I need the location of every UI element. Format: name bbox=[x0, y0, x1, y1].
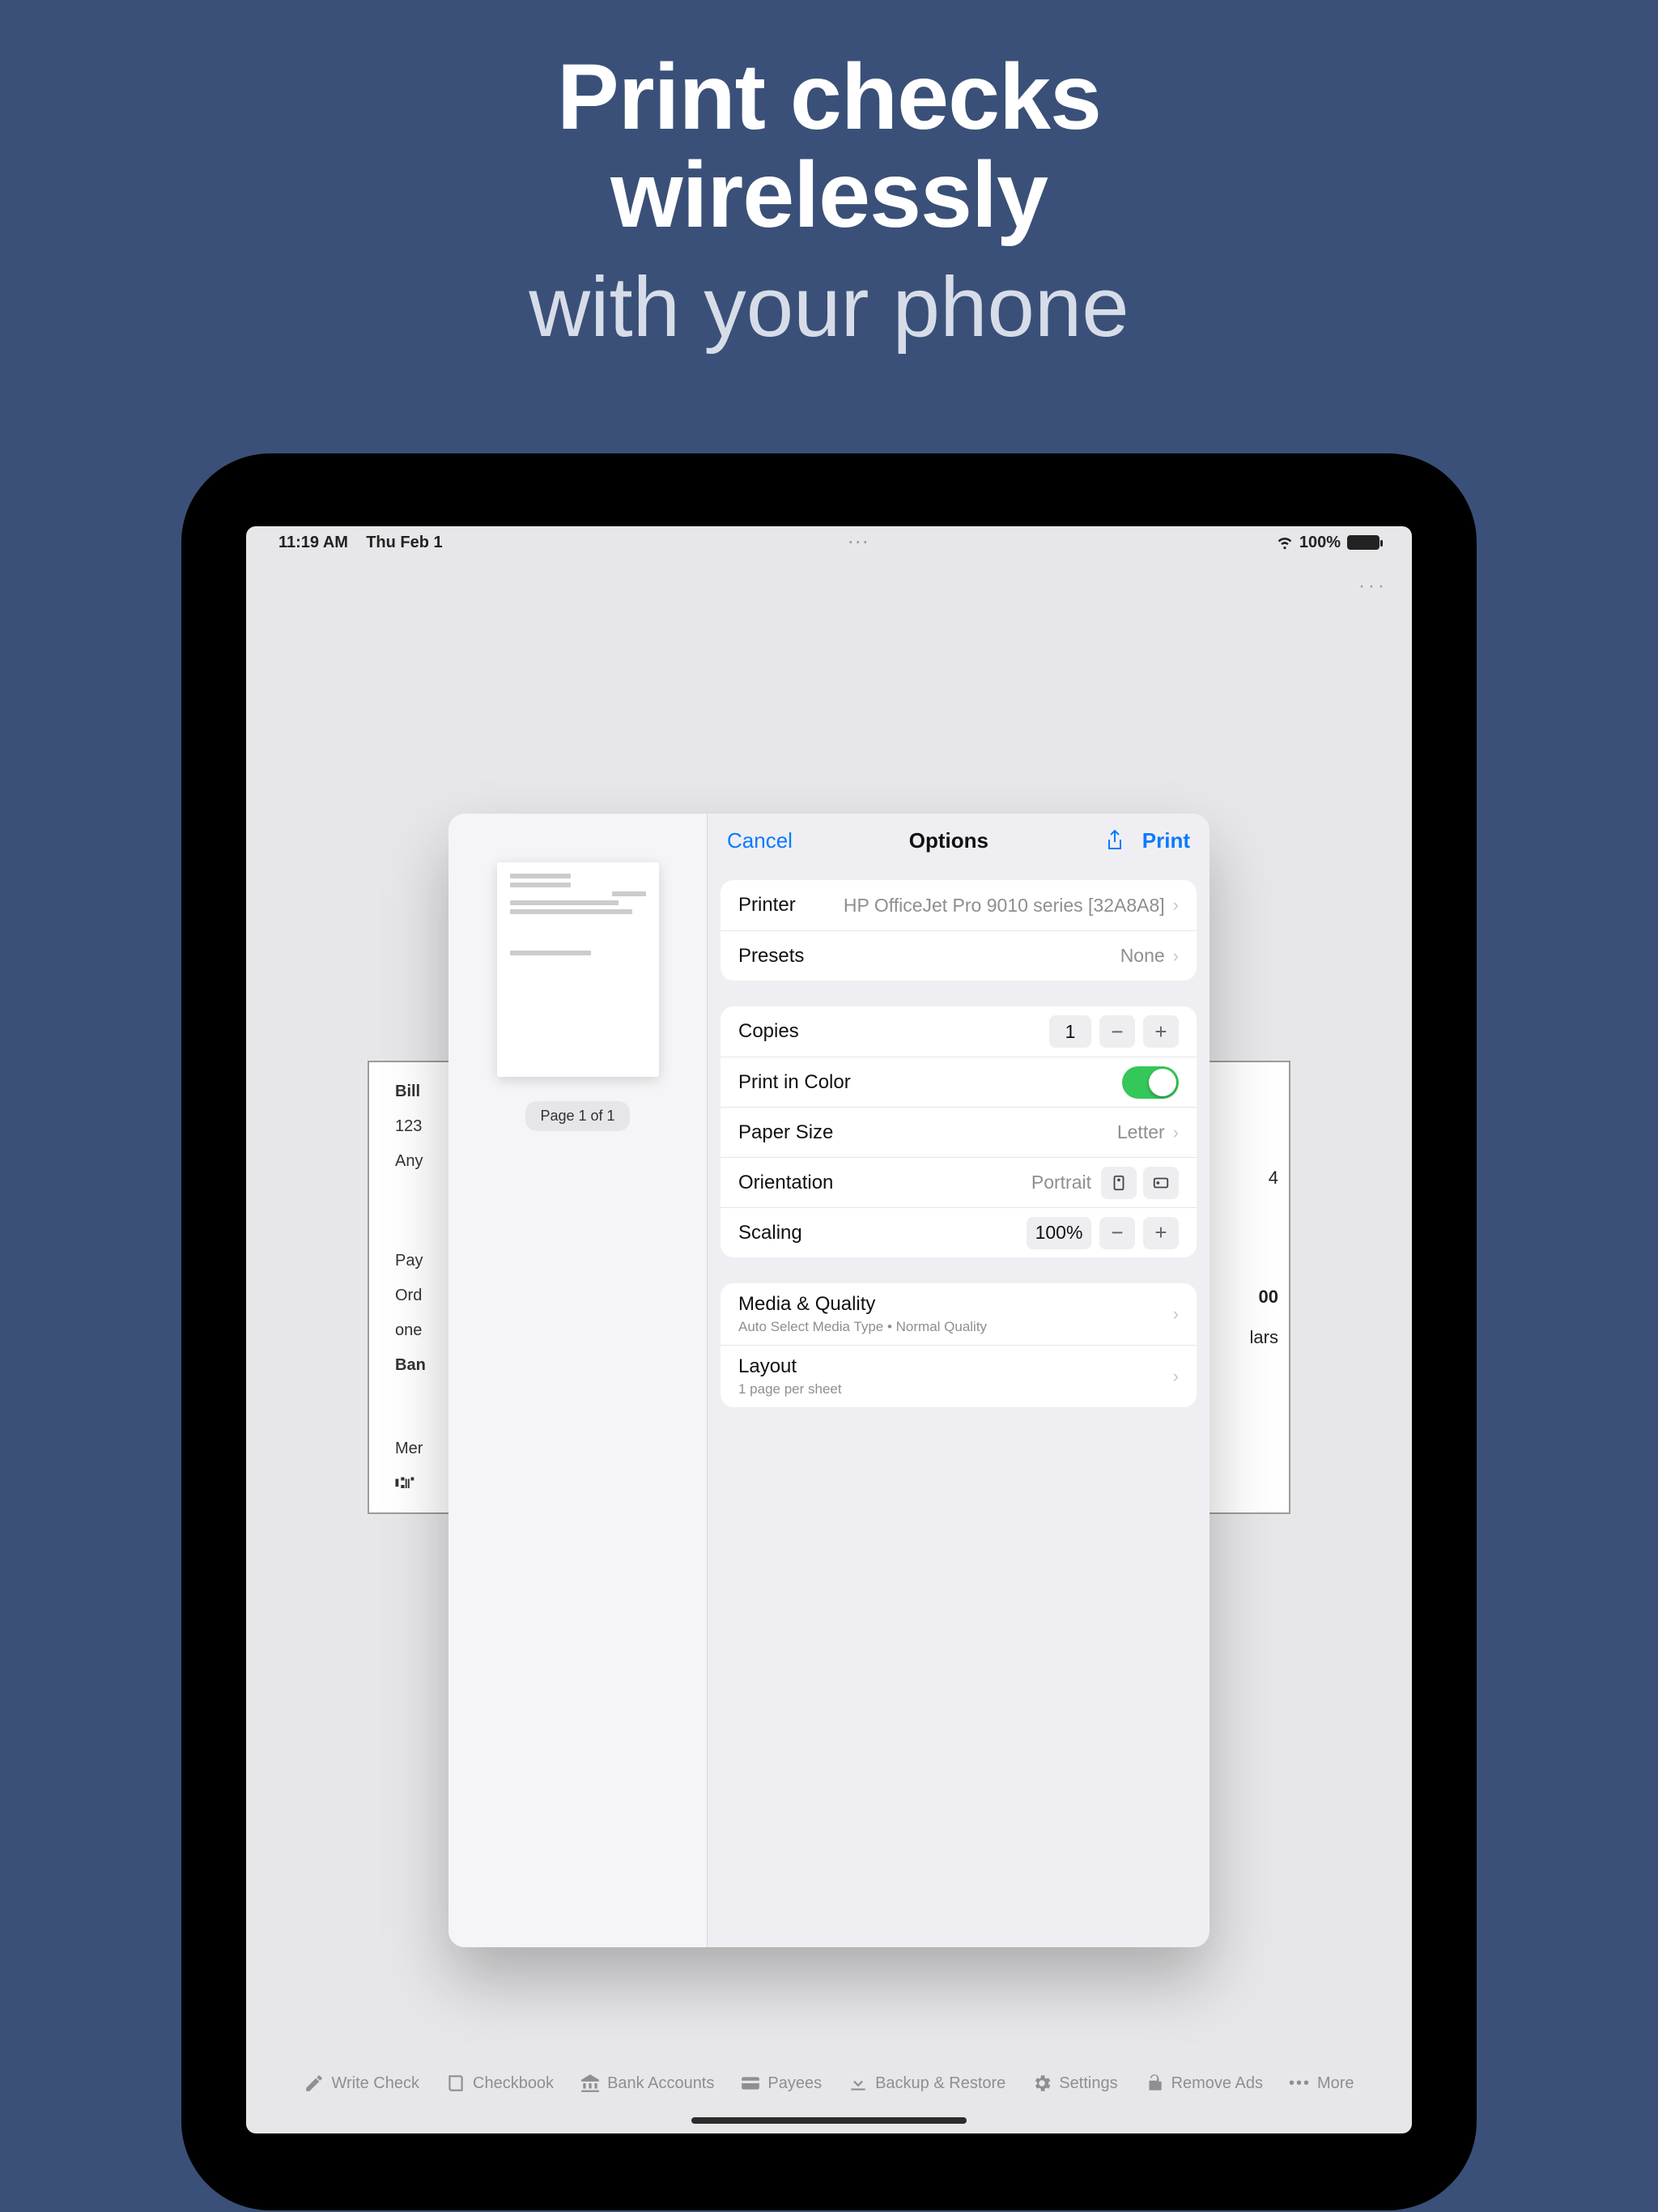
status-left: 11:19 AM Thu Feb 1 bbox=[246, 534, 443, 552]
chevron-right-icon: › bbox=[1173, 1366, 1179, 1387]
modal-header: Cancel Options Print bbox=[708, 814, 1209, 867]
tb-backup-restore[interactable]: Backup & Restore bbox=[848, 2073, 1005, 2094]
tb-payees[interactable]: Payees bbox=[740, 2073, 822, 2094]
chevron-right-icon: › bbox=[1173, 895, 1179, 916]
section-settings: Copies 1 − + Print in Color bbox=[721, 1006, 1197, 1257]
print-button[interactable]: Print bbox=[1142, 828, 1190, 853]
chevron-right-icon: › bbox=[1173, 946, 1179, 967]
orientation-portrait-button[interactable] bbox=[1101, 1167, 1137, 1199]
wifi-icon bbox=[1277, 534, 1293, 551]
home-indicator[interactable] bbox=[691, 2117, 967, 2124]
row-scaling: Scaling 100% − + bbox=[721, 1207, 1197, 1257]
section-advanced: Media & Quality Auto Select Media Type •… bbox=[721, 1283, 1197, 1407]
more-icon: ••• bbox=[1289, 2074, 1311, 2093]
share-icon[interactable] bbox=[1105, 829, 1124, 852]
bank-icon bbox=[580, 2073, 601, 2094]
download-icon bbox=[848, 2073, 869, 2094]
orientation-landscape-button[interactable] bbox=[1143, 1167, 1179, 1199]
tb-more[interactable]: ••• More bbox=[1289, 2074, 1354, 2093]
row-layout[interactable]: Layout 1 page per sheet › bbox=[721, 1345, 1197, 1407]
row-presets[interactable]: Presets None › bbox=[721, 930, 1197, 981]
multitask-dots[interactable]: ··· bbox=[443, 534, 1277, 551]
row-paper-size[interactable]: Paper Size Letter › bbox=[721, 1107, 1197, 1157]
print-preview-pane: Page 1 of 1 bbox=[449, 814, 708, 1947]
preview-thumbnail[interactable] bbox=[497, 862, 659, 1077]
copies-plus-button[interactable]: + bbox=[1143, 1015, 1179, 1048]
tablet-screen: 11:19 AM Thu Feb 1 ··· 100% ··· Bill 123… bbox=[246, 526, 1412, 2133]
color-toggle[interactable] bbox=[1122, 1066, 1179, 1099]
cancel-button[interactable]: Cancel bbox=[727, 828, 793, 853]
tb-checkbook[interactable]: Checkbook bbox=[445, 2073, 554, 2094]
tb-write-check[interactable]: Write Check bbox=[304, 2073, 419, 2094]
tb-remove-ads[interactable]: Remove Ads bbox=[1144, 2073, 1263, 2094]
scaling-minus-button[interactable]: − bbox=[1099, 1217, 1135, 1249]
headline-bold: Print checks wirelessly bbox=[0, 49, 1658, 245]
unlock-icon bbox=[1144, 2073, 1165, 2094]
tb-settings[interactable]: Settings bbox=[1031, 2073, 1117, 2094]
row-media-quality[interactable]: Media & Quality Auto Select Media Type •… bbox=[721, 1283, 1197, 1345]
status-bar: 11:19 AM Thu Feb 1 ··· 100% bbox=[246, 526, 1412, 559]
tablet-frame: 11:19 AM Thu Feb 1 ··· 100% ··· Bill 123… bbox=[181, 453, 1477, 2210]
row-color: Print in Color bbox=[721, 1057, 1197, 1107]
status-date: Thu Feb 1 bbox=[366, 534, 442, 551]
card-icon bbox=[740, 2073, 761, 2094]
chevron-right-icon: › bbox=[1173, 1304, 1179, 1325]
app-overflow-button[interactable]: ··· bbox=[1358, 575, 1388, 598]
copies-minus-button[interactable]: − bbox=[1099, 1015, 1135, 1048]
tb-bank-accounts[interactable]: Bank Accounts bbox=[580, 2073, 714, 2094]
scaling-plus-button[interactable]: + bbox=[1143, 1217, 1179, 1249]
battery-percent: 100% bbox=[1299, 534, 1341, 552]
section-printer: Printer HP OfficeJet Pro 9010 series [32… bbox=[721, 880, 1197, 981]
modal-title: Options bbox=[793, 828, 1105, 853]
scaling-value[interactable]: 100% bbox=[1027, 1217, 1091, 1249]
status-time: 11:19 AM bbox=[278, 534, 348, 551]
chevron-right-icon: › bbox=[1173, 1122, 1179, 1143]
copies-value[interactable]: 1 bbox=[1049, 1015, 1091, 1048]
row-printer[interactable]: Printer HP OfficeJet Pro 9010 series [32… bbox=[721, 880, 1197, 930]
headline-sub: with your phone bbox=[0, 259, 1658, 356]
page-counter: Page 1 of 1 bbox=[525, 1101, 629, 1131]
compose-icon bbox=[304, 2073, 325, 2094]
row-copies: Copies 1 − + bbox=[721, 1006, 1197, 1057]
row-orientation: Orientation Portrait bbox=[721, 1157, 1197, 1207]
print-options-modal: Page 1 of 1 Cancel Options Print Printer bbox=[449, 814, 1209, 1947]
bottom-toolbar: Write Check Checkbook Bank Accounts Paye… bbox=[246, 2059, 1412, 2108]
battery-icon bbox=[1347, 535, 1380, 550]
gear-icon bbox=[1031, 2073, 1052, 2094]
check-edge-peek: 4 00 lars bbox=[1250, 1158, 1278, 1359]
marketing-header: Print checks wirelessly with your phone bbox=[0, 0, 1658, 356]
book-icon bbox=[445, 2073, 466, 2094]
status-right: 100% bbox=[1277, 534, 1412, 552]
